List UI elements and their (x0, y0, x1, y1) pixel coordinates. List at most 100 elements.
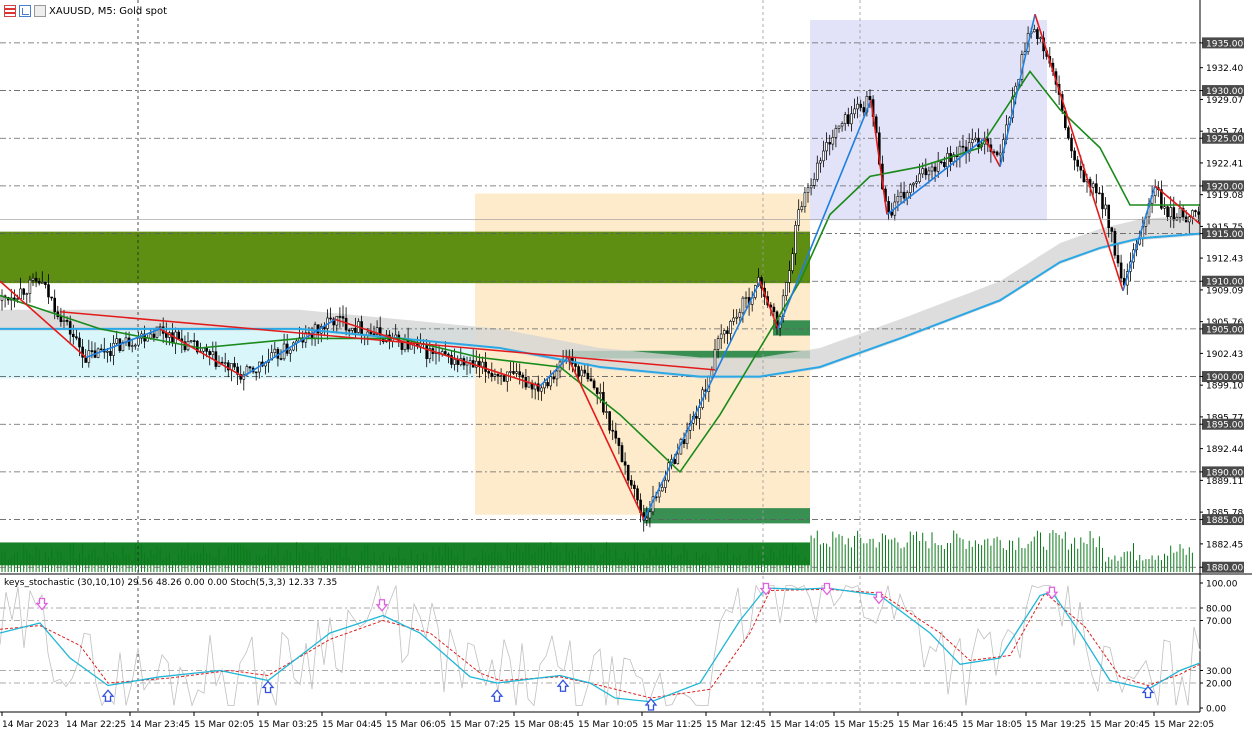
candle-body (912, 182, 915, 185)
candle-body (130, 345, 134, 347)
candle-body (738, 312, 742, 318)
price-tick-label: 1915.00 (1206, 230, 1243, 240)
candle-body (152, 333, 156, 338)
candle-body (22, 288, 26, 295)
candle-body (165, 333, 168, 338)
candle-body (518, 371, 522, 376)
candle-body (481, 361, 484, 368)
candle-body (72, 333, 75, 338)
stoch-tick-label: 80.00 (1206, 605, 1232, 615)
candle-body (741, 297, 745, 314)
candle-body (233, 363, 236, 368)
candle-body (791, 253, 794, 271)
candle-body (1107, 204, 1110, 229)
candle-body (744, 297, 748, 299)
price-tick-label: 1909.09 (1206, 286, 1243, 296)
candle-body (425, 344, 429, 360)
candle-body (605, 411, 608, 413)
candle-body (626, 464, 630, 481)
candle-body (1101, 192, 1104, 210)
time-tick-label: 15 Mar 20:45 (1090, 720, 1150, 730)
indicator-label: keys_stochastic (30,10,10) 29.56 48.26 0… (4, 578, 338, 588)
candle-body (127, 337, 131, 347)
candle-body (202, 347, 205, 352)
candle-body (713, 348, 717, 371)
time-tick-label: 15 Mar 12:45 (706, 720, 766, 730)
candle-body (1169, 207, 1172, 217)
price-tick-label: 1935.00 (1206, 39, 1243, 49)
candle-body (998, 152, 1002, 156)
candle-body (354, 327, 357, 333)
candle-body (574, 363, 577, 367)
candle-body (859, 103, 863, 108)
price-tick-label: 1929.07 (1206, 96, 1243, 106)
candle-body (577, 366, 580, 377)
candle-body (62, 319, 66, 322)
candle-body (403, 338, 407, 350)
candle-body (729, 320, 732, 334)
candle-body (815, 162, 819, 180)
candle-body (487, 371, 491, 374)
candle-body (908, 184, 912, 194)
candle-body (1166, 206, 1169, 217)
candle-body (171, 332, 174, 344)
candle-body (53, 297, 57, 313)
candle-body (1039, 37, 1042, 40)
time-tick-label: 15 Mar 04:45 (322, 720, 382, 730)
candle-body (109, 350, 112, 356)
candle-body (732, 317, 735, 322)
candle-body (580, 369, 584, 377)
candle-body (31, 277, 35, 281)
candle-body (592, 380, 596, 389)
candle-body (1116, 255, 1120, 264)
candle-body (995, 151, 999, 156)
candle-body (1067, 127, 1070, 139)
chart-gray-icon[interactable] (34, 5, 46, 17)
candle-body (177, 331, 180, 339)
candle-body (99, 348, 103, 351)
chart-window-icon[interactable] (19, 5, 31, 17)
candle-body (205, 347, 208, 352)
zone-demand (0, 542, 810, 566)
time-tick-label: 15 Mar 19:25 (1026, 720, 1086, 730)
candle-body (629, 479, 633, 486)
price-tick-label: 1899.10 (1206, 382, 1243, 392)
time-tick-label: 15 Mar 15:25 (834, 720, 894, 730)
candle-body (521, 374, 525, 378)
chart-bars-icon[interactable] (4, 5, 16, 17)
candle-body (899, 191, 903, 197)
time-tick-label: 15 Mar 02:05 (194, 720, 254, 730)
candle-body (583, 369, 587, 374)
candle-body (1178, 207, 1182, 218)
time-tick-label: 15 Mar 11:25 (642, 720, 702, 730)
candle-body (915, 181, 918, 184)
candle-body (800, 206, 804, 211)
candle-body (636, 488, 639, 501)
chart-window[interactable]: XAUUSD, M5: Gold spot 1935.00 1932.40 1930… (0, 0, 1252, 734)
candle-body (1098, 192, 1101, 195)
price-tick-label: 1885.00 (1206, 516, 1243, 526)
candle-body (831, 137, 835, 145)
stoch-tick-label: 20.00 (1206, 680, 1232, 690)
candle-body (372, 333, 376, 336)
candle-body (598, 391, 602, 394)
candle-body (279, 358, 283, 360)
price-chart[interactable]: 1935.001932.401930.001929.071925.741925.… (0, 0, 1252, 734)
candle-body (611, 429, 615, 432)
candle-body (1163, 206, 1166, 209)
candle-body (220, 361, 224, 364)
candle-body (25, 293, 29, 295)
candle-body (78, 337, 81, 348)
time-tick-label: 15 Mar 07:25 (450, 720, 510, 730)
candle-body (695, 415, 698, 419)
time-tick-label: 14 Mar 2023 (2, 720, 59, 730)
candle-body (1119, 262, 1123, 279)
candle-body (589, 378, 593, 382)
stoch-tick-label: 100.00 (1206, 580, 1238, 590)
candle-body (527, 382, 531, 388)
arrow-up-icon (490, 689, 504, 702)
candle-body (722, 330, 726, 335)
candle-body (509, 371, 512, 373)
candle-body (350, 327, 354, 331)
stoch-axis: 100.00 80.00 70.00 30.00 20.00 0.00 (1200, 580, 1238, 715)
